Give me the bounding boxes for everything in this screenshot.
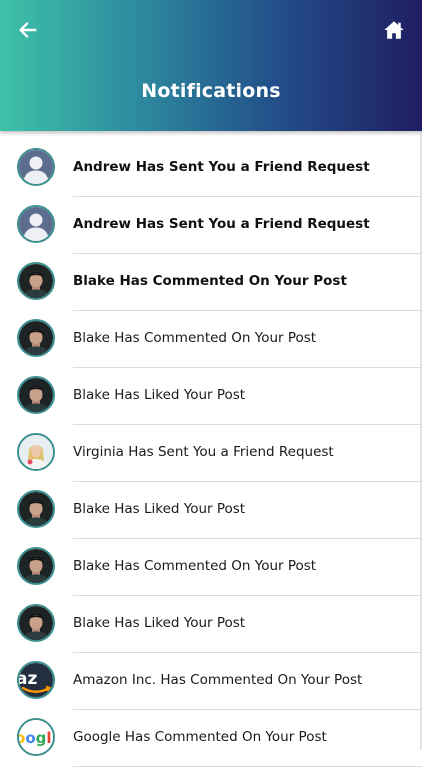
back-button[interactable] bbox=[14, 16, 42, 44]
avatar[interactable] bbox=[17, 433, 55, 471]
notification-text: Blake Has Liked Your Post bbox=[73, 501, 246, 517]
avatar[interactable] bbox=[17, 319, 55, 357]
avatar[interactable]: oogl bbox=[17, 718, 55, 756]
notification-item[interactable]: az Amazon Inc. Has Commented On Your Pos… bbox=[0, 653, 422, 710]
notification-text: Blake Has Commented On Your Post bbox=[73, 558, 317, 574]
notification-item[interactable]: Blake Has Liked Your Post bbox=[0, 596, 422, 653]
notification-text: Blake Has Liked Your Post bbox=[73, 387, 246, 403]
notification-text: Virginia Has Sent You a Friend Request bbox=[73, 444, 334, 460]
avatar[interactable] bbox=[17, 376, 55, 414]
avatar[interactable] bbox=[17, 490, 55, 528]
notification-item[interactable]: Blake Has Liked Your Post bbox=[0, 368, 422, 425]
notification-list: Andrew Has Sent You a Friend Request And… bbox=[0, 140, 422, 767]
notification-text: Amazon Inc. Has Commented On Your Post bbox=[73, 672, 363, 688]
avatar[interactable] bbox=[17, 262, 55, 300]
page-title: Notifications bbox=[141, 80, 281, 102]
svg-text:oogl: oogl bbox=[19, 729, 52, 747]
notification-item[interactable]: oogl Google Has Commented On Your Post bbox=[0, 710, 422, 767]
avatar[interactable] bbox=[17, 148, 55, 186]
avatar[interactable]: az bbox=[17, 661, 55, 699]
avatar[interactable] bbox=[17, 205, 55, 243]
notification-text: Andrew Has Sent You a Friend Request bbox=[73, 159, 370, 175]
avatar[interactable] bbox=[17, 604, 55, 642]
notification-item[interactable]: Blake Has Liked Your Post bbox=[0, 482, 422, 539]
home-button[interactable] bbox=[380, 16, 408, 44]
arrow-left-icon bbox=[19, 22, 37, 38]
svg-text:az: az bbox=[19, 669, 37, 689]
avatar[interactable] bbox=[17, 547, 55, 585]
notification-item[interactable]: Andrew Has Sent You a Friend Request bbox=[0, 140, 422, 197]
notification-text: Blake Has Liked Your Post bbox=[73, 615, 246, 631]
app-header: Notifications bbox=[0, 0, 422, 131]
notification-item[interactable]: Andrew Has Sent You a Friend Request bbox=[0, 197, 422, 254]
notification-item[interactable]: Blake Has Commented On Your Post bbox=[0, 311, 422, 368]
notification-text: Blake Has Commented On Your Post bbox=[73, 330, 317, 346]
notification-item[interactable]: Blake Has Commented On Your Post bbox=[0, 254, 422, 311]
notification-item[interactable]: Virginia Has Sent You a Friend Request bbox=[0, 425, 422, 482]
notification-text: Google Has Commented On Your Post bbox=[73, 729, 327, 745]
notification-item[interactable]: Blake Has Commented On Your Post bbox=[0, 539, 422, 596]
notification-text: Andrew Has Sent You a Friend Request bbox=[73, 216, 370, 232]
notification-text: Blake Has Commented On Your Post bbox=[73, 273, 347, 289]
home-icon bbox=[384, 21, 404, 39]
